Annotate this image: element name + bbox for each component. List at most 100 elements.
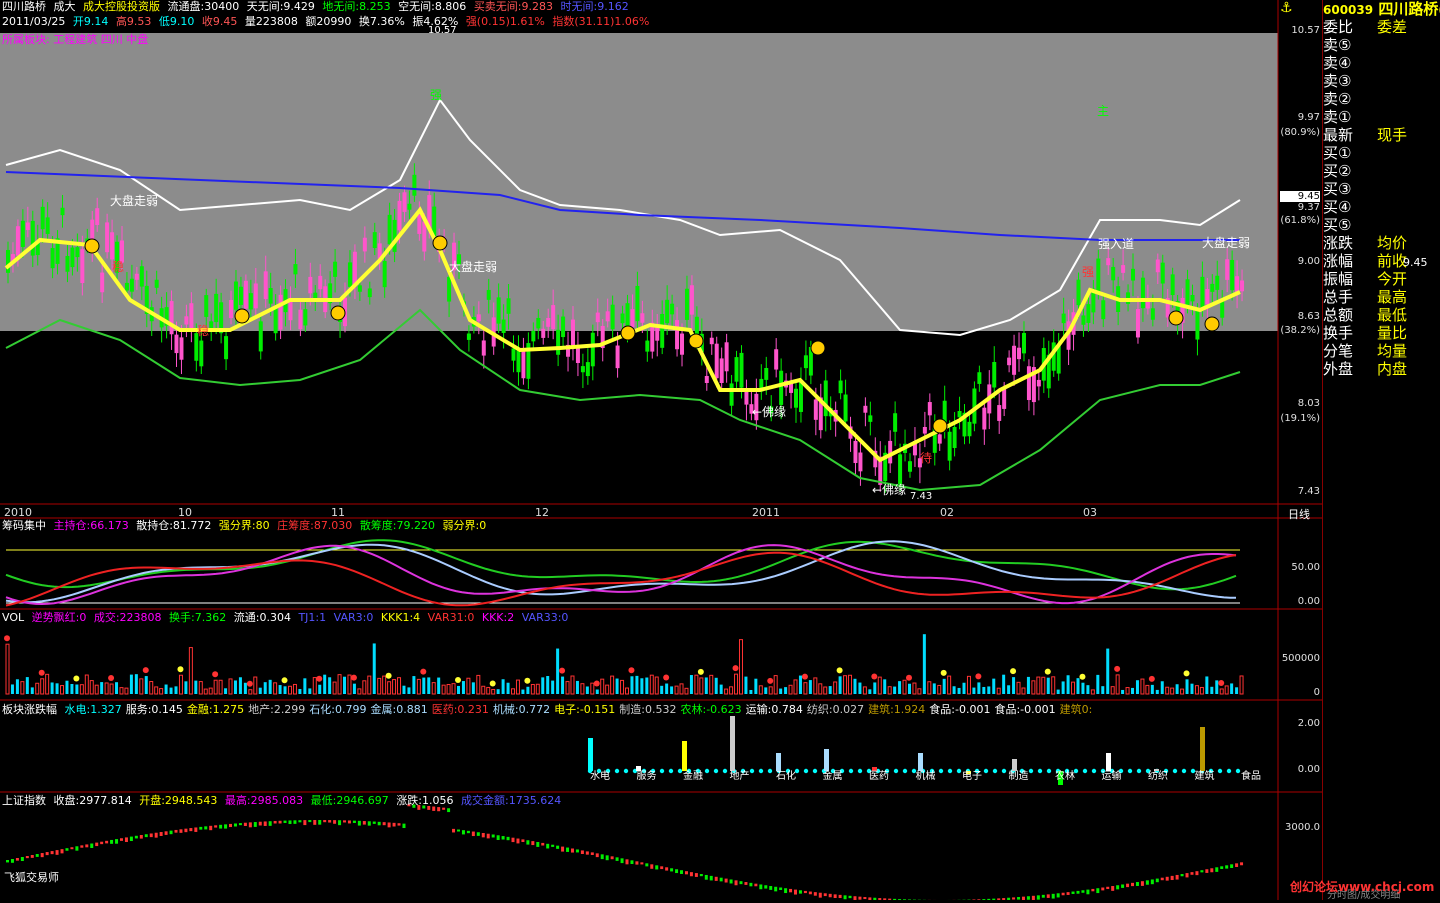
index-candle <box>254 822 257 827</box>
volume-dot <box>871 673 877 679</box>
volume-bar <box>873 682 876 694</box>
sector-axis-name: 地产 <box>730 769 750 782</box>
volume-bar <box>1017 682 1020 694</box>
chip-c: 强分界:80 <box>219 519 270 532</box>
volume-bar <box>1062 681 1065 694</box>
sector-item: 水电:1.327 <box>65 703 122 716</box>
index-candle <box>402 824 405 828</box>
index-candle <box>293 820 296 824</box>
index-candle <box>1190 872 1193 875</box>
index-candle <box>353 821 356 823</box>
volume-bar <box>700 678 703 694</box>
amount-label: 额20990 <box>305 15 351 28</box>
quote-row-label2: 最高 <box>1377 288 1437 306</box>
index-candle <box>90 844 93 848</box>
volume-dot <box>455 677 461 683</box>
candle-body <box>923 427 927 434</box>
volume-bar <box>259 688 262 694</box>
volume-dot <box>1045 669 1051 675</box>
candle-body <box>184 316 188 324</box>
sector-axis-name: 食品 <box>1241 769 1261 782</box>
volume-bar <box>393 680 396 694</box>
volume-bar <box>972 688 975 694</box>
index-candle <box>779 888 782 890</box>
volume-bar <box>546 676 549 694</box>
index-candle <box>6 860 9 862</box>
volume-bar <box>388 682 391 694</box>
volume-bar <box>442 685 445 694</box>
candle-body <box>41 207 45 229</box>
index-candle <box>1176 875 1179 880</box>
index-candle <box>70 847 73 849</box>
volume-bar <box>1007 685 1010 694</box>
candle-body <box>1156 260 1160 273</box>
volume-bar <box>70 684 73 694</box>
index-candle <box>744 882 747 885</box>
index-candle <box>75 846 78 850</box>
candle-body <box>65 256 69 272</box>
volume-bar <box>249 690 252 694</box>
candle-body <box>1210 284 1214 292</box>
vol-j: VAR33:0 <box>522 611 569 624</box>
index-candle <box>388 822 391 827</box>
period-selector[interactable]: 日线 <box>1288 506 1310 522</box>
volume-dot <box>975 673 981 679</box>
candle-body <box>735 357 739 382</box>
index-candle <box>175 830 178 833</box>
vol-h: VAR31:0 <box>428 611 475 624</box>
index-candle <box>655 865 658 869</box>
chip-b: 散持仓:81.772 <box>136 519 211 532</box>
volume-bar <box>303 678 306 694</box>
volume-bar <box>184 681 187 694</box>
author-label: 飞狐交易师 <box>4 869 59 885</box>
candle-body <box>417 215 421 234</box>
volume-bar <box>943 679 946 694</box>
sector-dot <box>1047 769 1051 773</box>
sector-item: 食品:-0.001 <box>994 703 1055 716</box>
volume-bar <box>868 689 871 694</box>
index-candle <box>502 836 505 839</box>
candle-body <box>209 321 213 328</box>
volume-dot <box>698 669 704 675</box>
sector-axis-name: 电子 <box>962 769 982 782</box>
volume-bar <box>1205 676 1208 694</box>
candle-body <box>1230 260 1234 290</box>
candle-body <box>561 317 565 337</box>
candle-body <box>1076 280 1080 305</box>
volume-bar <box>997 688 1000 694</box>
index-candle <box>61 849 64 853</box>
sector-bar <box>824 749 829 771</box>
index-candle <box>1101 888 1104 891</box>
volume-bar <box>576 681 579 694</box>
chip-green-line <box>6 540 1236 589</box>
last-price: 9.45 <box>1403 256 1428 269</box>
volume-bar <box>26 677 29 694</box>
sector-dot <box>615 769 619 773</box>
index-candle <box>819 893 822 898</box>
volume-dot <box>733 665 739 671</box>
volume-bar <box>982 687 985 694</box>
tian-label: 天无间:9.429 <box>247 0 315 13</box>
candle-body <box>938 434 942 443</box>
candle-body <box>516 349 520 372</box>
smiley-icon <box>433 236 447 250</box>
candle-body <box>982 408 986 430</box>
candle-body <box>1121 265 1125 273</box>
candle-body <box>1002 389 1006 409</box>
main-chart-area[interactable]: 水电服务金融地产石化金属医药机械电子制造农林运输纺织建筑食品 <box>0 0 1322 900</box>
volume-bar <box>135 674 138 694</box>
index-candle <box>288 820 291 824</box>
shi-label: 强 <box>430 86 442 103</box>
anchor-icon[interactable]: ⚓ <box>1280 0 1293 16</box>
chart-canvas[interactable]: 水电服务金融地产石化金属医药机械电子制造农林运输纺织建筑食品 <box>0 0 1322 900</box>
index-candle <box>834 894 837 898</box>
volume-bar <box>1027 677 1030 694</box>
index-candle <box>11 859 14 863</box>
volume-dot <box>628 667 634 673</box>
volume-bar <box>839 676 842 694</box>
index-candle <box>492 834 495 837</box>
volume-bar <box>11 684 14 694</box>
quote-panel[interactable]: 600039 四川路桥(3 委比委差卖⑤卖④卖③卖②卖①最新现手买①买②买③买④… <box>1322 0 1440 900</box>
chip-a: 主持仓:66.173 <box>54 519 129 532</box>
volume-bar <box>298 689 301 694</box>
